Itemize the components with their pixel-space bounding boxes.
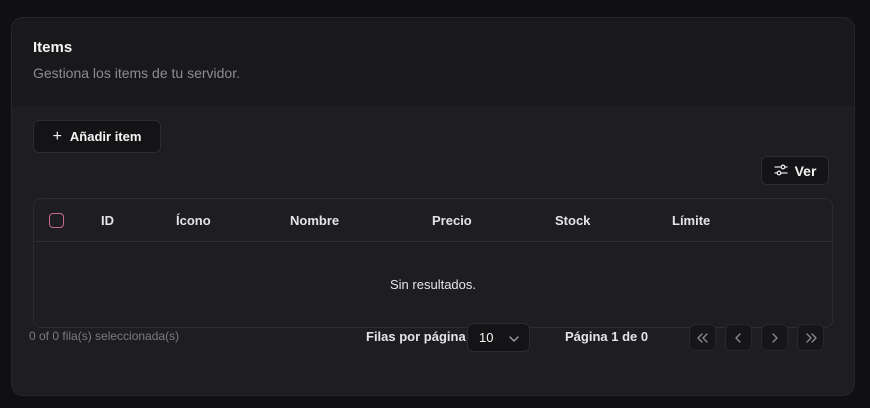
chevrons-right-icon (805, 332, 817, 343)
view-options-label: Ver (794, 162, 817, 179)
chevron-left-icon (735, 332, 742, 343)
plus-icon: + (52, 127, 62, 145)
selection-count: 0 of 0 fila(s) seleccionada(s) (29, 329, 180, 343)
chevrons-left-icon (696, 332, 709, 343)
chevron-down-icon (509, 330, 519, 345)
page-subtitle: Gestiona los items de tu servidor. (33, 65, 240, 81)
column-header-name[interactable]: Nombre (290, 213, 339, 228)
card-header: Items Gestiona los items de tu servidor. (12, 18, 854, 106)
previous-page-button[interactable] (725, 324, 752, 351)
chevron-right-icon (771, 332, 778, 343)
select-all-checkbox[interactable] (49, 213, 64, 228)
page-title: Items (33, 39, 73, 56)
table-header: ID Ícono Nombre Precio Stock Límite (34, 199, 832, 242)
last-page-button[interactable] (797, 324, 824, 351)
add-item-label: Añadir item (69, 129, 142, 144)
next-page-button[interactable] (761, 324, 788, 351)
page-indicator: Página 1 de 0 (565, 329, 649, 344)
rows-per-page-value: 10 (479, 330, 494, 345)
items-table: ID Ícono Nombre Precio Stock Límite Sin … (33, 198, 833, 328)
rows-per-page-select[interactable]: 10 (467, 323, 530, 352)
column-header-stock[interactable]: Stock (555, 213, 590, 228)
sliders-icon (773, 163, 788, 179)
column-header-icon[interactable]: Ícono (176, 213, 211, 228)
add-item-button[interactable]: + Añadir item (33, 120, 161, 153)
column-header-limit[interactable]: Límite (672, 213, 710, 228)
column-header-price[interactable]: Precio (432, 213, 472, 228)
view-options-button[interactable]: Ver (761, 156, 829, 185)
first-page-button[interactable] (689, 324, 716, 351)
column-header-id[interactable]: ID (101, 213, 114, 228)
rows-per-page-label: Filas por página (366, 329, 466, 344)
empty-state-text: Sin resultados. (390, 277, 476, 292)
